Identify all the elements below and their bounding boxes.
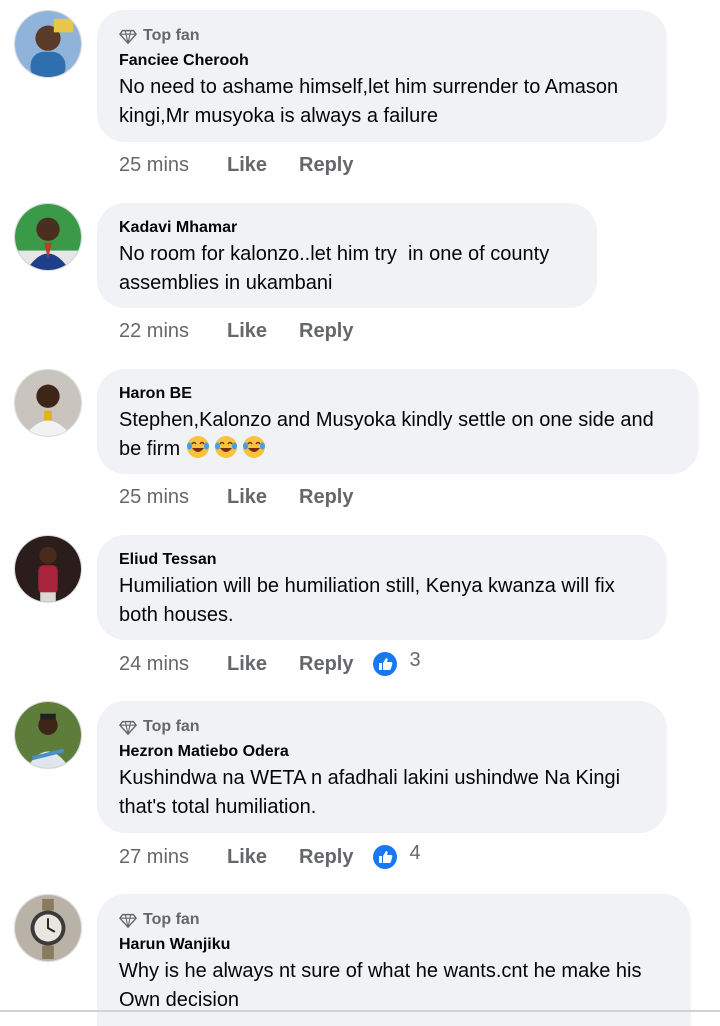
comment-time[interactable]: 27 mins bbox=[119, 846, 227, 869]
comment-text: Kushindwa na WETA n afadhali lakini ushi… bbox=[119, 767, 626, 818]
comment-actions: 27 mins Like Reply 4 bbox=[119, 841, 421, 869]
avatar-photo bbox=[15, 204, 81, 270]
commenter-name[interactable]: Harun Wanjiku bbox=[119, 936, 669, 954]
comment-bubble: Eliud Tessan Humiliation will be humilia… bbox=[97, 535, 667, 640]
reply-button[interactable]: Reply bbox=[299, 486, 353, 509]
avatar-photo bbox=[15, 11, 81, 77]
reply-button[interactable]: Reply bbox=[299, 846, 353, 869]
comment-text: Why is he always nt sure of what he want… bbox=[119, 960, 648, 1011]
diamond-icon bbox=[119, 29, 137, 45]
avatar[interactable] bbox=[14, 203, 82, 271]
comment-bubble: Haron BE Stephen,Kalonzo and Musyoka kin… bbox=[97, 369, 699, 474]
commenter-name[interactable]: Eliud Tessan bbox=[119, 551, 645, 569]
comment-time[interactable]: 24 mins bbox=[119, 653, 227, 676]
diamond-icon bbox=[119, 913, 137, 929]
like-button[interactable]: Like bbox=[227, 486, 299, 509]
comment-time[interactable]: 25 mins bbox=[119, 154, 227, 177]
comment-bubble: Top fan Harun Wanjiku Why is he always n… bbox=[97, 894, 691, 1026]
avatar-photo bbox=[15, 702, 81, 768]
like-button[interactable]: Like bbox=[227, 653, 299, 676]
commenter-name[interactable]: Fanciee Cherooh bbox=[119, 52, 645, 70]
reaction-count: 4 bbox=[409, 841, 421, 864]
bottom-divider bbox=[0, 1010, 720, 1012]
comment-actions: 25 mins Like Reply bbox=[119, 154, 373, 177]
avatar-photo bbox=[15, 895, 81, 961]
avatar[interactable] bbox=[14, 10, 82, 78]
comment-actions: 24 mins Like Reply 3 bbox=[119, 648, 421, 676]
commenter-name[interactable]: Hezron Matiebo Odera bbox=[119, 743, 645, 761]
avatar[interactable] bbox=[14, 701, 82, 769]
avatar[interactable] bbox=[14, 535, 82, 603]
laughing-tears-emoji bbox=[242, 436, 265, 458]
avatar-photo bbox=[15, 536, 81, 602]
top-fan-badge: Top fan bbox=[119, 26, 645, 46]
comment-bubble: Top fan Fanciee Cherooh No need to asham… bbox=[97, 10, 667, 142]
thumbs-up-icon bbox=[373, 845, 398, 869]
avatar[interactable] bbox=[14, 894, 82, 962]
reply-button[interactable]: Reply bbox=[299, 154, 353, 177]
reply-button[interactable]: Reply bbox=[299, 653, 353, 676]
comment-time[interactable]: 22 mins bbox=[119, 320, 227, 343]
reply-button[interactable]: Reply bbox=[299, 320, 353, 343]
comment-text: Humiliation will be humiliation still, K… bbox=[119, 575, 621, 626]
top-fan-badge: Top fan bbox=[119, 717, 645, 737]
comment-bubble: Top fan Hezron Matiebo Odera Kushindwa n… bbox=[97, 701, 667, 833]
avatar[interactable] bbox=[14, 369, 82, 437]
comment-bubble: Kadavi Mhamar No room for kalonzo..let h… bbox=[97, 203, 597, 308]
comment-time[interactable]: 25 mins bbox=[119, 486, 227, 509]
laughing-tears-emoji bbox=[214, 436, 237, 458]
like-button[interactable]: Like bbox=[227, 846, 299, 869]
reaction-count: 3 bbox=[409, 648, 421, 671]
top-fan-label: Top fan bbox=[143, 27, 200, 44]
commenter-name[interactable]: Kadavi Mhamar bbox=[119, 219, 575, 237]
like-button[interactable]: Like bbox=[227, 320, 299, 343]
top-fan-label: Top fan bbox=[143, 718, 200, 735]
top-fan-badge: Top fan bbox=[119, 910, 669, 930]
comment-text: No room for kalonzo..let him try in one … bbox=[119, 243, 555, 294]
laughing-tears-emoji bbox=[186, 436, 209, 458]
comment-text: No need to ashame himself,let him surren… bbox=[119, 76, 624, 127]
commenter-name[interactable]: Haron BE bbox=[119, 385, 677, 403]
comment-text: Stephen,Kalonzo and Musyoka kindly settl… bbox=[119, 406, 677, 464]
comment-actions: 22 mins Like Reply bbox=[119, 320, 373, 343]
avatar-photo bbox=[15, 370, 81, 436]
reaction-summary[interactable]: 3 bbox=[373, 648, 421, 676]
comment-actions: 25 mins Like Reply bbox=[119, 486, 373, 509]
diamond-icon bbox=[119, 720, 137, 736]
top-fan-label: Top fan bbox=[143, 911, 200, 928]
reaction-summary[interactable]: 4 bbox=[373, 841, 421, 869]
like-button[interactable]: Like bbox=[227, 154, 299, 177]
thumbs-up-icon bbox=[373, 652, 398, 676]
